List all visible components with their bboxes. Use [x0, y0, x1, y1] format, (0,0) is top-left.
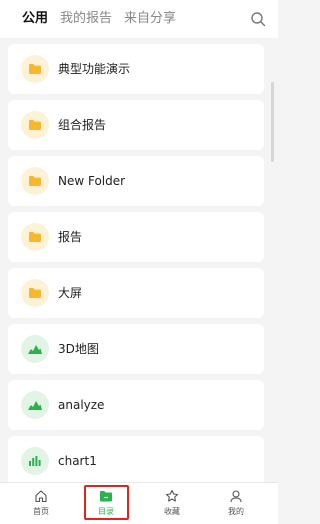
search-icon[interactable]: [250, 11, 266, 27]
list-item-report[interactable]: 报告: [8, 212, 264, 262]
directory-icon: [100, 491, 112, 502]
directory-list: 典型功能演示 组合报告 New Folder 报告 大屏 3D地图 analyz…: [0, 38, 278, 482]
tabbar-item-home[interactable]: 首页: [19, 483, 63, 523]
list-item-chart1[interactable]: chart1: [8, 436, 264, 482]
bar-chart-icon: [21, 447, 49, 475]
folder-icon: [21, 223, 49, 251]
folder-icon: [21, 55, 49, 83]
list-item-label: 组合报告: [58, 118, 107, 132]
tabbar-label: 我的: [228, 507, 244, 516]
list-item-label: 大屏: [58, 286, 83, 300]
list-item-new-folder[interactable]: New Folder: [8, 156, 264, 206]
list-item-combined-report[interactable]: 组合报告: [8, 100, 264, 150]
home-icon: [35, 490, 47, 503]
list-item-typical-demo[interactable]: 典型功能演示: [8, 44, 264, 94]
tabbar-item-mine[interactable]: 我的: [214, 483, 258, 523]
list-item-label: 典型功能演示: [58, 62, 131, 76]
list-item-3d-map[interactable]: 3D地图: [8, 324, 264, 374]
list-item-label: chart1: [58, 454, 97, 468]
list-item-label: 3D地图: [58, 342, 99, 356]
folder-icon: [21, 111, 49, 139]
list-item-label: 报告: [58, 230, 83, 244]
header-bar: 公用 我的报告 来自分享: [0, 0, 278, 38]
list-item-label: New Folder: [58, 174, 126, 188]
user-icon: [230, 490, 242, 503]
tab-my-reports[interactable]: 我的报告: [60, 0, 112, 38]
tab-public[interactable]: 公用: [22, 0, 48, 38]
scrollbar[interactable]: [271, 82, 274, 162]
list-item-analyze[interactable]: analyze: [8, 380, 264, 430]
tabbar-item-favorites[interactable]: 收藏: [150, 483, 194, 523]
list-item-big-screen[interactable]: 大屏: [8, 268, 264, 318]
tab-shared[interactable]: 来自分享: [124, 0, 176, 38]
star-icon: [165, 489, 179, 502]
mountain-chart-icon: [21, 335, 49, 363]
tabbar-label: 收藏: [164, 507, 180, 516]
tabbar-item-directory[interactable]: 目录: [84, 483, 128, 523]
tabbar-label: 首页: [33, 507, 49, 516]
tabbar-label: 目录: [98, 507, 114, 516]
folder-icon: [21, 279, 49, 307]
mountain-chart-icon: [21, 391, 49, 419]
folder-icon: [21, 167, 49, 195]
bottom-tab-bar: 首页 目录 收藏 我的: [0, 482, 278, 524]
list-item-label: analyze: [58, 398, 105, 412]
